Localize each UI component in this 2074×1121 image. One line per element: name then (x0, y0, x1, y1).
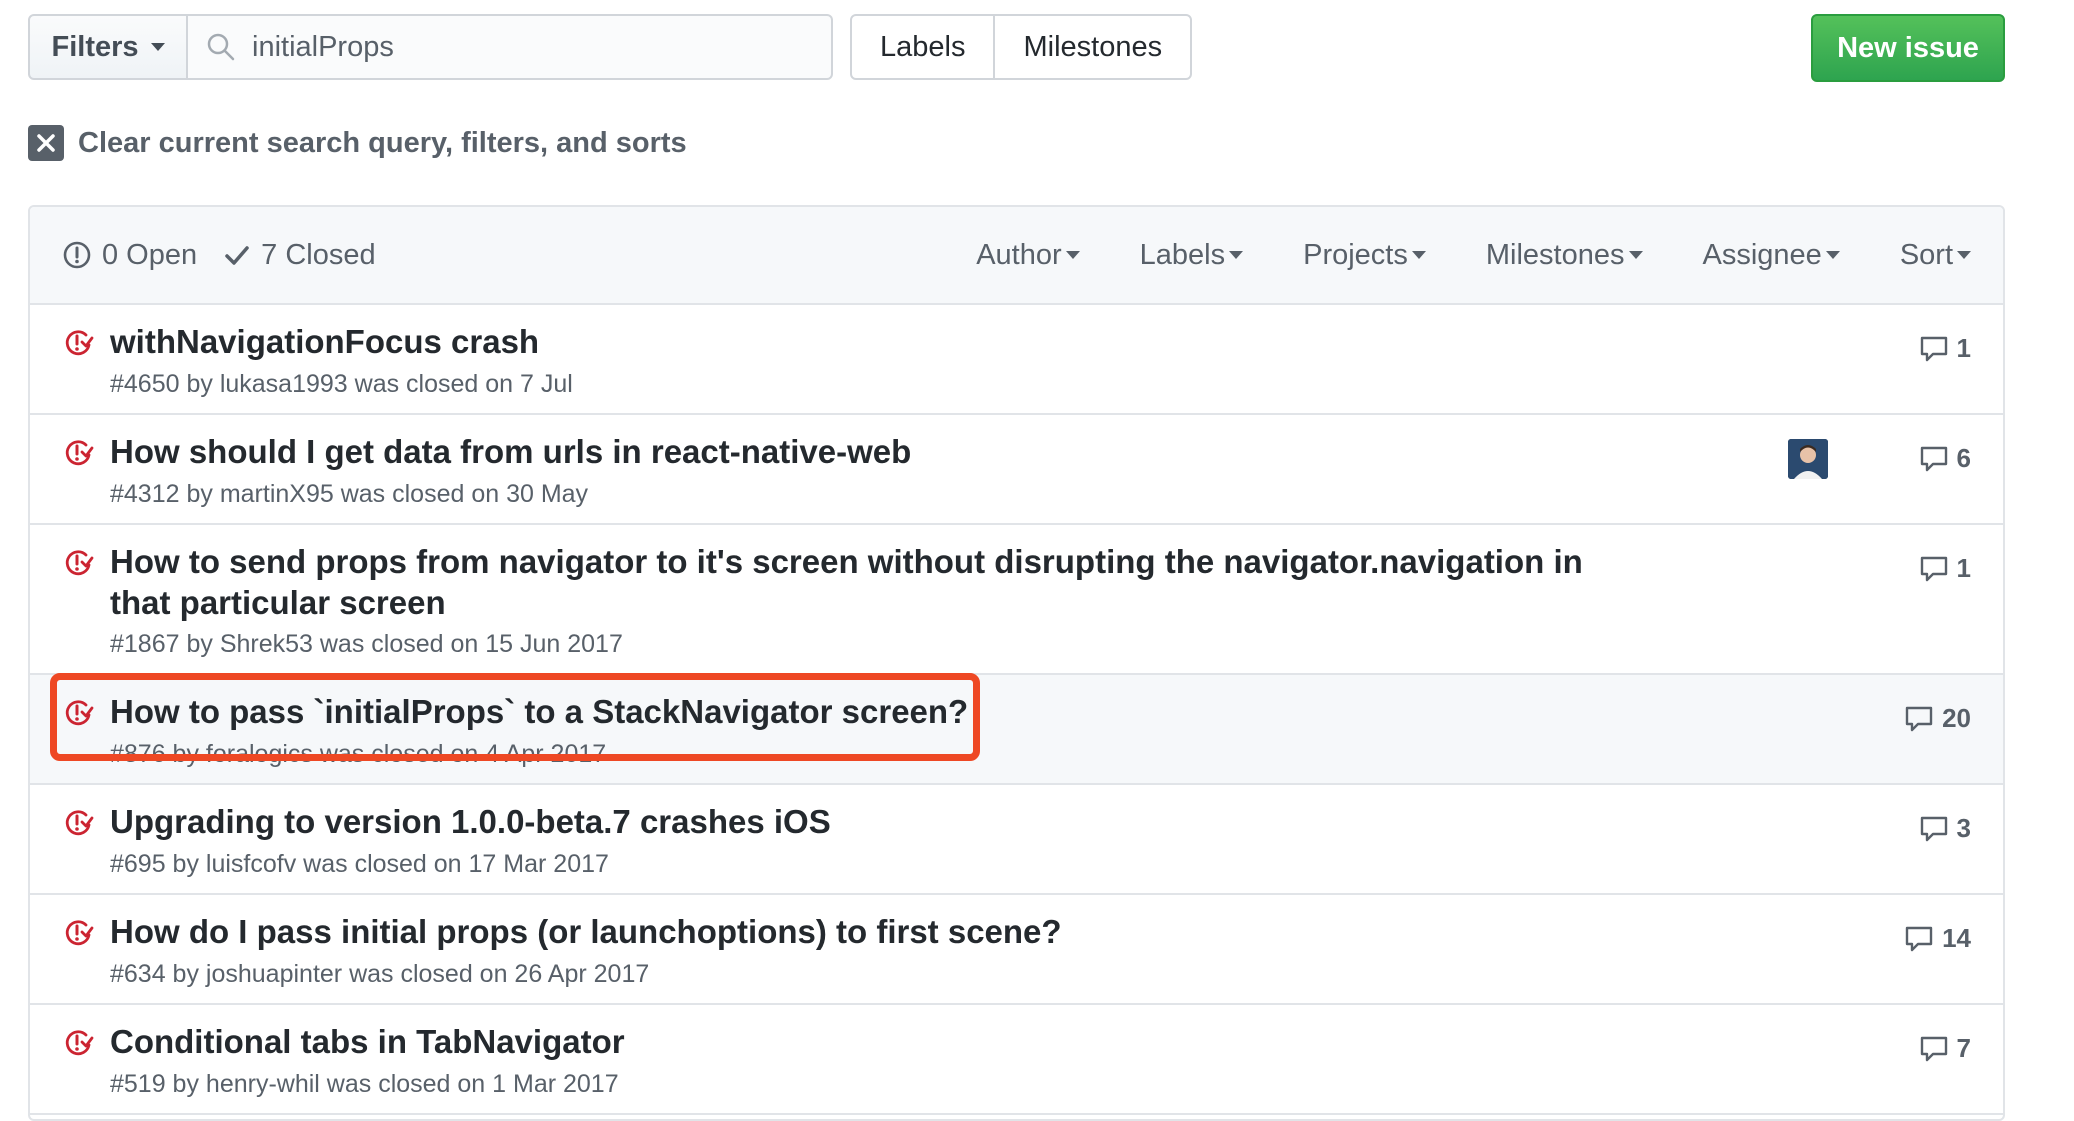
check-icon (225, 246, 249, 265)
issue-meta: #4312 by martinX95 was closed on 30 May (110, 480, 589, 508)
clear-query-link[interactable]: Clear current search query, filters, and… (28, 125, 687, 161)
issue-closed-icon (65, 550, 94, 576)
labels-milestones-group: Labels Milestones (850, 14, 1193, 80)
comments-link[interactable]: 7 (1919, 1033, 1971, 1064)
author-dropdown-label: Author (976, 238, 1062, 271)
new-issue-button[interactable]: New issue (1811, 14, 2005, 82)
issue-meta: #1867 by Shrek53 was closed on 15 Jun 20… (110, 630, 623, 658)
comment-icon (1905, 926, 1933, 951)
comment-icon (1905, 706, 1933, 731)
labels-dropdown-label: Labels (1139, 238, 1226, 271)
milestones-dropdown-label: Milestones (1485, 238, 1625, 271)
comment-count: 1 (1956, 553, 1971, 583)
comments-link[interactable]: 3 (1919, 813, 1971, 844)
search-icon (207, 33, 235, 61)
issue-closed-icon (65, 330, 94, 356)
comment-count: 3 (1956, 813, 1971, 843)
closed-filter[interactable]: 7 Closed (223, 238, 376, 272)
caret-down-icon (150, 43, 165, 51)
author-dropdown[interactable]: Author (976, 238, 1080, 272)
comment-icon (1920, 556, 1947, 581)
issue-title-link[interactable]: withNavigationFocus crash (110, 321, 1590, 362)
issue-meta: #695 by luisfcofv was closed on 17 Mar 2… (110, 850, 609, 878)
issue-closed-icon (65, 920, 94, 946)
issue-row: How to send props from navigator to it's… (30, 525, 2003, 675)
caret-down-icon (1628, 251, 1643, 259)
search-field[interactable] (188, 14, 833, 80)
issue-opened-icon (63, 241, 91, 269)
issue-meta: #4650 by lukasa1993 was closed on 7 Jul (110, 370, 573, 398)
issue-row: How to pass `initialProps` to a StackNav… (30, 675, 2003, 785)
close-icon[interactable] (28, 125, 64, 161)
issue-row: Conditional tabs in TabNavigator #519 by… (30, 1005, 2003, 1115)
issue-closed-icon (65, 700, 94, 726)
clear-query-label[interactable]: Clear current search query, filters, and… (78, 127, 687, 160)
comments-link[interactable]: 20 (1904, 703, 1971, 734)
assignee-dropdown-label: Assignee (1702, 238, 1822, 271)
open-count: 0 Open (102, 238, 198, 271)
issue-title-link[interactable]: Conditional tabs in TabNavigator (110, 1021, 1590, 1062)
assignee-avatar[interactable] (1788, 439, 1828, 479)
issues-list: 0 Open 7 Closed Author Labels Projects M… (28, 205, 2005, 1121)
issue-title-link[interactable]: Upgrading to version 1.0.0-beta.7 crashe… (110, 801, 1590, 842)
labels-button[interactable]: Labels (852, 16, 993, 78)
caret-down-icon (1411, 251, 1426, 259)
milestones-button[interactable]: Milestones (993, 16, 1190, 78)
sort-dropdown[interactable]: Sort (1900, 239, 1971, 272)
filters-label: Filters (51, 30, 139, 63)
issue-closed-icon (65, 440, 94, 466)
search-input[interactable] (250, 29, 794, 65)
projects-dropdown[interactable]: Projects (1303, 239, 1426, 272)
issue-row: How do I pass initial props (or launchop… (30, 895, 2003, 1005)
comments-link[interactable]: 1 (1919, 333, 1971, 364)
milestones-dropdown[interactable]: Milestones (1486, 239, 1643, 272)
issue-meta: #519 by henry-whil was closed on 1 Mar 2… (110, 1070, 619, 1098)
comment-count: 6 (1956, 443, 1971, 473)
caret-down-icon (1957, 251, 1971, 259)
issue-title-link[interactable]: How to send props from navigator to it's… (110, 541, 1590, 623)
issue-meta: #876 by foralogics was closed on 4 Apr 2… (110, 740, 607, 768)
sort-dropdown-label: Sort (1899, 238, 1953, 271)
caret-down-icon (1065, 251, 1080, 259)
projects-dropdown-label: Projects (1303, 238, 1408, 271)
issue-title-link[interactable]: How to pass `initialProps` to a StackNav… (110, 691, 1590, 732)
comments-link[interactable]: 6 (1919, 443, 1971, 474)
issues-header: 0 Open 7 Closed Author Labels Projects M… (30, 207, 2003, 305)
comment-icon (1920, 446, 1947, 471)
comments-link[interactable]: 14 (1904, 923, 1971, 954)
issue-row: withNavigationFocus crash #4650 by lukas… (30, 305, 2003, 415)
issue-closed-icon (65, 1030, 94, 1056)
caret-down-icon (1825, 251, 1840, 259)
issue-meta: #634 by joshuapinter was closed on 26 Ap… (110, 960, 650, 988)
comment-count: 14 (1942, 923, 1971, 953)
comment-icon (1920, 1036, 1947, 1061)
assignee-dropdown[interactable]: Assignee (1703, 239, 1840, 272)
comments-link[interactable]: 1 (1919, 553, 1971, 584)
labels-dropdown[interactable]: Labels (1139, 238, 1244, 272)
comment-count: 7 (1956, 1033, 1971, 1063)
filters-dropdown[interactable]: Filters (28, 14, 188, 80)
issue-row: Upgrading to version 1.0.0-beta.7 crashe… (30, 785, 2003, 895)
issue-closed-icon (65, 810, 94, 836)
comment-count: 1 (1956, 333, 1971, 363)
closed-count: 7 Closed (261, 238, 376, 271)
comment-icon (1920, 336, 1947, 361)
issue-title-link[interactable]: How do I pass initial props (or launchop… (110, 911, 1590, 952)
comment-icon (1920, 816, 1947, 841)
issue-title-link[interactable]: How should I get data from urls in react… (110, 431, 1590, 472)
caret-down-icon (1229, 251, 1244, 259)
issue-row: How should I get data from urls in react… (30, 415, 2003, 525)
open-filter[interactable]: 0 Open (62, 239, 197, 272)
comment-count: 20 (1942, 703, 1971, 733)
